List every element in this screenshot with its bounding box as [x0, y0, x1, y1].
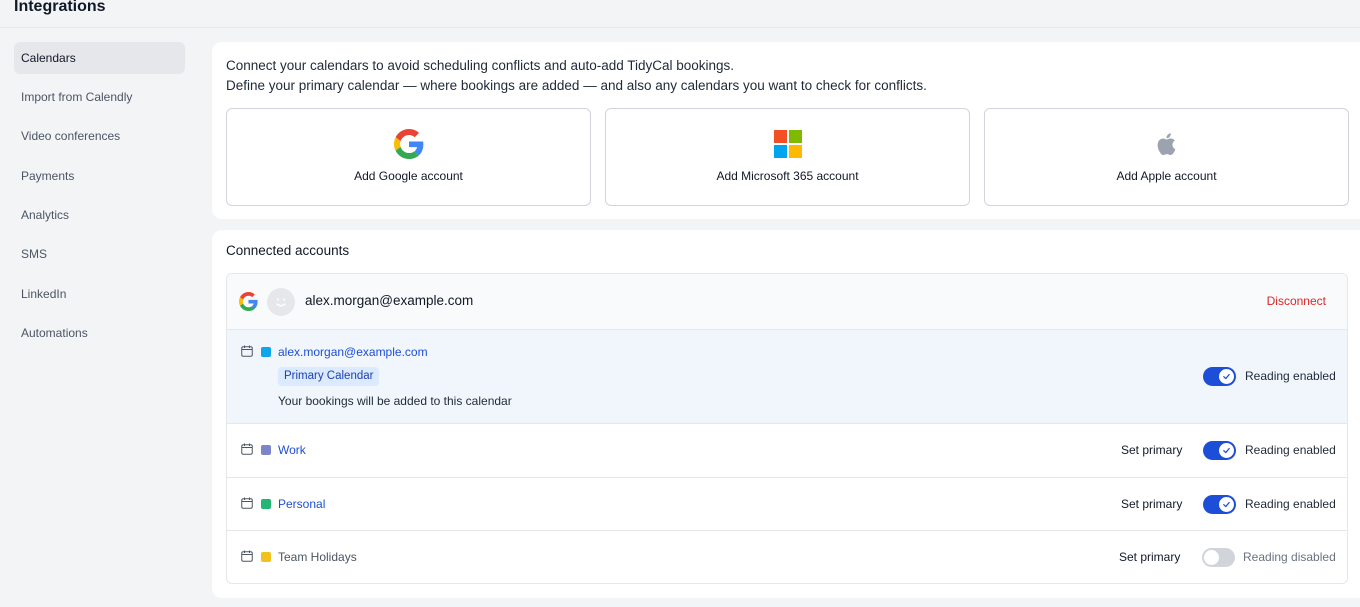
set-primary-button[interactable]: Set primary [1121, 497, 1182, 511]
toggle-knob [1219, 497, 1234, 512]
add-microsoft-365-account-button[interactable]: Add Microsoft 365 account [605, 108, 970, 206]
sidebar-item-calendars[interactable]: Calendars [14, 42, 185, 74]
calendar-icon [241, 497, 253, 509]
account-email: alex.morgan@example.com [305, 293, 474, 308]
toggle-knob [1219, 369, 1234, 384]
connected-accounts-card: Connected accounts alex.morgan@example.c… [212, 230, 1360, 598]
reading-toggle[interactable] [1203, 441, 1236, 460]
calendar-name-link[interactable]: Work [278, 443, 306, 457]
sidebar-item-analytics[interactable]: Analytics [14, 199, 185, 231]
intro-line-2: Define your primary calendar — where boo… [226, 78, 927, 93]
calendar-color-swatch [261, 347, 271, 357]
account-panel: alex.morgan@example.com Disconnect alex.… [226, 273, 1348, 584]
calendar-name-link[interactable]: alex.morgan@example.com [278, 345, 428, 359]
reading-status-label: Reading enabled [1245, 497, 1336, 511]
calendar-color-swatch [261, 552, 271, 562]
add-google-account-button[interactable]: Add Google account [226, 108, 591, 206]
disconnect-button[interactable]: Disconnect [1267, 294, 1326, 308]
calendar-name-link[interactable]: Personal [278, 497, 325, 511]
set-primary-button[interactable]: Set primary [1119, 550, 1180, 564]
calendar-icon [241, 550, 253, 562]
intro-text: Connect your calendars to avoid scheduli… [226, 56, 927, 96]
sidebar-item-sms[interactable]: SMS [14, 238, 185, 270]
smiley-icon [276, 298, 286, 307]
page-title: Integrations [14, 0, 106, 15]
calendar-row-team-holidays: Team Holidays Set primary Reading disabl… [227, 531, 1347, 583]
calendar-icon [241, 345, 253, 357]
reading-toggle[interactable] [1203, 495, 1236, 514]
calendar-row-primary: alex.morgan@example.com Primary Calendar… [227, 330, 1347, 424]
sidebar: Calendars Import from Calendly Video con… [0, 28, 200, 607]
calendar-color-swatch [261, 445, 271, 455]
sidebar-item-payments[interactable]: Payments [14, 160, 185, 192]
primary-calendar-badge: Primary Calendar [278, 367, 380, 386]
reading-status-label: Reading disabled [1243, 550, 1336, 564]
add-google-account-label: Add Google account [354, 169, 463, 183]
google-logo-icon [239, 292, 258, 311]
sidebar-item-import-from-calendly[interactable]: Import from Calendly [14, 81, 185, 113]
calendar-row-personal: Personal Set primary Reading enabled [227, 478, 1347, 531]
sidebar-item-video-conferences[interactable]: Video conferences [14, 120, 185, 152]
set-primary-button[interactable]: Set primary [1121, 443, 1182, 457]
add-microsoft-365-account-label: Add Microsoft 365 account [716, 169, 859, 183]
sidebar-item-automations[interactable]: Automations [14, 317, 185, 349]
check-icon [1223, 373, 1230, 380]
calendar-color-swatch [261, 499, 271, 509]
toggle-knob [1204, 550, 1219, 565]
reading-status-label: Reading enabled [1245, 369, 1336, 383]
avatar [267, 288, 295, 316]
primary-calendar-note: Your bookings will be added to this cale… [278, 394, 512, 408]
connected-accounts-title: Connected accounts [226, 243, 350, 258]
calendar-name-link[interactable]: Team Holidays [278, 550, 357, 564]
reading-status-label: Reading enabled [1245, 443, 1336, 457]
check-icon [1223, 501, 1230, 508]
account-header: alex.morgan@example.com Disconnect [227, 274, 1347, 330]
add-apple-account-label: Add Apple account [1116, 169, 1217, 183]
check-icon [1223, 447, 1230, 454]
apple-logo-icon [1157, 133, 1175, 156]
toggle-knob [1219, 443, 1234, 458]
top-bar: Integrations [0, 0, 1360, 28]
google-logo-icon [393, 129, 423, 159]
reading-toggle[interactable] [1203, 367, 1236, 386]
add-apple-account-button[interactable]: Add Apple account [984, 108, 1349, 206]
reading-toggle[interactable] [1202, 548, 1235, 567]
calendar-row-work: Work Set primary Reading enabled [227, 424, 1347, 478]
sidebar-item-linkedin[interactable]: LinkedIn [14, 278, 185, 310]
intro-line-1: Connect your calendars to avoid scheduli… [226, 58, 735, 73]
microsoft-logo-icon [773, 130, 802, 158]
connect-calendars-card: Connect your calendars to avoid scheduli… [212, 42, 1360, 219]
calendar-icon [241, 443, 253, 455]
